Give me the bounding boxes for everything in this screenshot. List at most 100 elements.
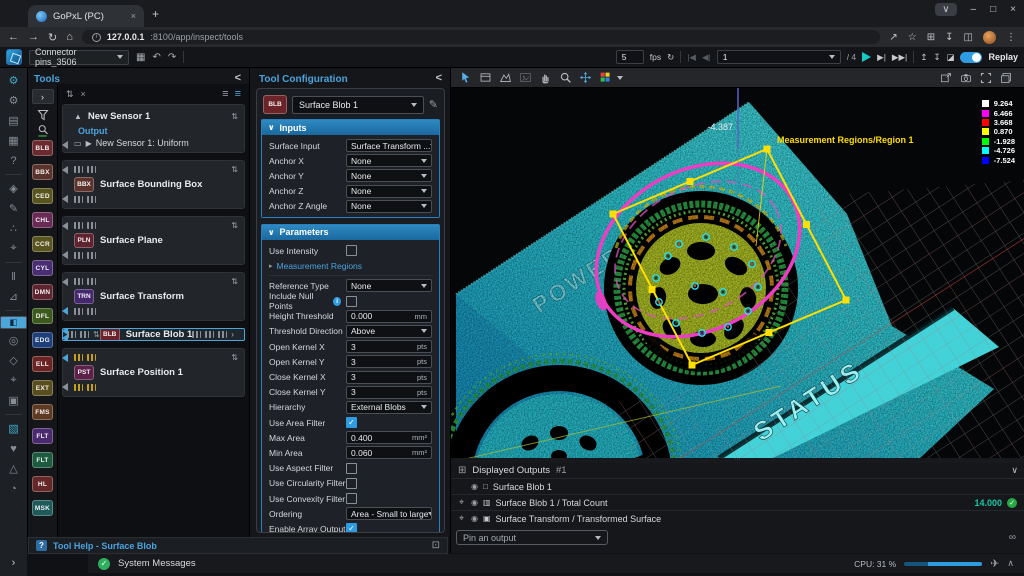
tree-card-surface-bounding-box[interactable]: ⇅BBXSurface Bounding Box: [62, 160, 245, 209]
extensions-icon[interactable]: ⊞: [927, 32, 935, 43]
close-kernel-y-input[interactable]: 3pts: [346, 386, 432, 399]
eraser-icon[interactable]: ◪: [946, 52, 954, 63]
use-intensity-checkbox[interactable]: [346, 245, 357, 256]
tree-card-new-sensor-1[interactable]: ▲New Sensor 1⇅Output▭▶New Sensor 1: Unif…: [62, 104, 245, 153]
forward-icon[interactable]: →: [28, 31, 39, 43]
collapse-panel-icon[interactable]: <: [436, 72, 442, 84]
collapse-icon[interactable]: ⇅: [231, 277, 238, 286]
link-icon[interactable]: ∞: [1009, 532, 1016, 543]
tree-card-surface-plane[interactable]: ⇅PLNSurface Plane: [62, 216, 245, 265]
viewer-tool-frame-icon[interactable]: [479, 71, 492, 84]
viewer-snapshot-icon[interactable]: [940, 72, 952, 84]
rename-pencil-icon[interactable]: ✎: [429, 98, 438, 111]
open-kernel-y-input[interactable]: 3pts: [346, 355, 432, 368]
use-circularity-filter-checkbox[interactable]: [346, 478, 357, 489]
download-icon[interactable]: ↧: [933, 52, 940, 63]
search-icon[interactable]: [37, 124, 49, 137]
open-kernel-x-input[interactable]: 3pts: [346, 340, 432, 353]
palette-tool-edg[interactable]: EDG: [32, 332, 53, 348]
use-convexity-filter-checkbox[interactable]: [346, 493, 357, 504]
step-forward-icon[interactable]: ▶|: [877, 52, 886, 63]
frame-select[interactable]: 1: [717, 50, 841, 64]
gopxl-logo[interactable]: [6, 49, 22, 65]
pin-icon[interactable]: ⌖: [457, 497, 466, 508]
palette-tool-msk[interactable]: MSK: [32, 500, 53, 516]
expand-icon[interactable]: ⊡: [432, 540, 440, 551]
play-button[interactable]: [862, 52, 871, 62]
model-icon[interactable]: ⊿: [4, 288, 23, 305]
viewer-3d-scene[interactable]: POWER / LAN: [451, 88, 1024, 458]
anchor-y-select[interactable]: None: [346, 169, 432, 182]
palette-tool-bbx[interactable]: BBX: [32, 164, 53, 180]
save-icon[interactable]: ▦: [136, 52, 145, 63]
palette-tool-dfl[interactable]: DFL: [32, 308, 53, 324]
collapse-icon[interactable]: ⇅: [231, 112, 238, 121]
use-area-filter-checkbox[interactable]: ✓: [346, 417, 357, 428]
browser-menu-icon[interactable]: ⋮: [1006, 32, 1016, 43]
viewer-camera-icon[interactable]: [960, 72, 972, 84]
window-menu-icon[interactable]: ∨: [935, 3, 956, 16]
palette-tool-flt[interactable]: FLT: [32, 428, 53, 444]
eye-icon[interactable]: ◉: [471, 514, 478, 523]
palette-tool-ell[interactable]: ELL: [32, 356, 53, 372]
collapse-icon[interactable]: ⇅: [231, 353, 238, 362]
help-icon[interactable]: ?: [4, 152, 23, 169]
palette-tool-blb[interactable]: BLB: [32, 140, 53, 156]
output-row-surface-transform-transformed-surface[interactable]: ⌖◉▣Surface Transform / Transformed Surfa…: [451, 510, 1024, 526]
list-view-icon[interactable]: ≡: [222, 88, 228, 100]
tree-card-surface-position-1[interactable]: ⇅PSTSurface Position 1: [62, 348, 245, 397]
tree-card-surface-blob-1[interactable]: ⇅BLBSurface Blob 1›: [62, 328, 245, 341]
alignment-icon[interactable]: ⌖: [4, 240, 23, 257]
browser-tab[interactable]: GoPxL (PC) ×: [28, 5, 144, 27]
use-aspect-filter-checkbox[interactable]: [346, 463, 357, 474]
anchor-z-angle-select[interactable]: None: [346, 200, 432, 213]
viewer-fit-icon[interactable]: [980, 72, 992, 84]
split-view-icon[interactable]: ◫: [964, 32, 973, 43]
viewer-tool-image-icon[interactable]: [519, 71, 532, 84]
palette-tool-hl[interactable]: HL: [32, 476, 53, 492]
tool-selector[interactable]: Surface Blob 1: [292, 96, 424, 114]
upload-icon[interactable]: ↥: [920, 52, 927, 63]
address-bar[interactable]: i 127.0.0.1:8100/app/inspect/tools: [82, 30, 881, 44]
ordering-select[interactable]: Area - Small to large: [346, 507, 432, 520]
collapse-panel-icon[interactable]: <: [235, 72, 241, 84]
viewer-tool-palette-icon[interactable]: [599, 71, 612, 84]
palette-tool-dmn[interactable]: DMN: [32, 284, 53, 300]
skip-end-icon[interactable]: ▶▶|: [892, 52, 907, 63]
window-close-icon[interactable]: ×: [1010, 4, 1016, 15]
tool-help-bar[interactable]: ? Tool Help - Surface Blob ⊡: [28, 537, 448, 554]
output-row-surface-blob-1-total-count[interactable]: ⌖◉▥Surface Blob 1 / Total Count14.000✓: [451, 494, 1024, 510]
eye-icon[interactable]: ◉: [471, 482, 478, 491]
output-icon[interactable]: ▧: [4, 420, 23, 437]
health-icon[interactable]: ♥: [4, 440, 23, 457]
window-maximize-icon[interactable]: □: [990, 4, 996, 15]
home-icon[interactable]: ⌂: [66, 31, 73, 43]
close-kernel-x-input[interactable]: 3pts: [346, 371, 432, 384]
collapse-icon[interactable]: ⇅: [231, 165, 238, 174]
reference-type-select[interactable]: None: [346, 279, 432, 292]
palette-tool-ext[interactable]: EXT: [32, 380, 53, 396]
tab-close-icon[interactable]: ×: [131, 11, 136, 21]
eye-icon[interactable]: ◉: [471, 498, 478, 507]
min-area-input[interactable]: 0.060mm²: [346, 446, 432, 459]
skip-start-icon[interactable]: |◀: [687, 52, 696, 63]
network-icon[interactable]: ◈: [4, 180, 23, 197]
palette-tool-cyl[interactable]: CYL: [32, 260, 53, 276]
record-icon[interactable]: ◎: [4, 332, 23, 349]
viewer-tool-zoom-icon[interactable]: [559, 71, 572, 84]
measurement-regions-link[interactable]: ▸Measurement Regions: [269, 261, 432, 271]
window-minimize-icon[interactable]: –: [971, 4, 977, 15]
pin-icon[interactable]: ⌖: [457, 513, 466, 524]
share-icon[interactable]: ↗: [889, 32, 897, 43]
collapse-icon[interactable]: ⇅: [93, 330, 100, 339]
output-row-surface-blob-1[interactable]: ⌖◉□Surface Blob 1: [451, 478, 1024, 494]
viewer-tool-profile-icon[interactable]: [499, 71, 512, 84]
dashboard-icon[interactable]: ◔: [4, 480, 23, 497]
redo-icon[interactable]: ↷: [168, 52, 176, 63]
id-icon[interactable]: ▣: [4, 392, 23, 409]
site-info-icon[interactable]: i: [92, 33, 101, 42]
palette-tool-ced[interactable]: CED: [32, 188, 53, 204]
rail-expand-button[interactable]: ›: [4, 555, 23, 571]
chevron-up-icon[interactable]: ∧: [1007, 558, 1014, 569]
undo-icon[interactable]: ↶: [152, 52, 160, 63]
